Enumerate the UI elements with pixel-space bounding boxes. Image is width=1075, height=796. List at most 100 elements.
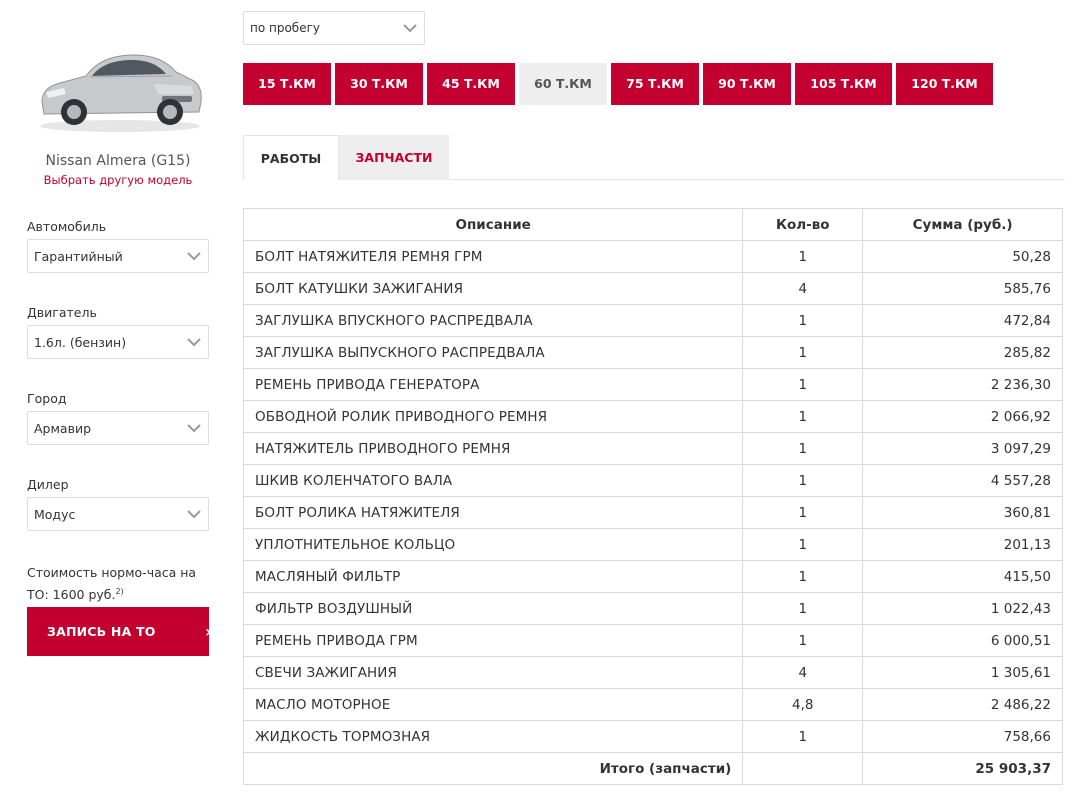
chevron-down-icon bbox=[187, 424, 201, 433]
part-sum: 50,28 bbox=[862, 240, 1063, 273]
interval-button-105[interactable]: 105 Т.КМ bbox=[795, 63, 892, 105]
change-model-link[interactable]: Выбрать другую модель bbox=[0, 173, 236, 187]
engine-select[interactable]: 1.6л. (бензин) bbox=[27, 325, 209, 359]
table-row: СВЕЧИ ЗАЖИГАНИЯ 4 1 305,61 bbox=[242, 656, 1063, 689]
part-sum: 3 097,29 bbox=[862, 432, 1063, 465]
table-row: ЗАГЛУШКА ВПУСКНОГО РАСПРЕДВАЛА 1 472,84 bbox=[242, 304, 1063, 337]
table-row: ЗАГЛУШКА ВЫПУСКНОГО РАСПРЕДВАЛА 1 285,82 bbox=[242, 336, 1063, 369]
table-row: БОЛТ НАТЯЖИТЕЛЯ РЕМНЯ ГРМ 1 50,28 bbox=[242, 240, 1063, 273]
chevron-right-icon: › bbox=[205, 622, 212, 641]
part-description: БОЛТ КАТУШКИ ЗАЖИГАНИЯ bbox=[242, 272, 744, 305]
part-quantity: 1 bbox=[742, 368, 864, 401]
part-sum: 1 022,43 bbox=[862, 592, 1063, 625]
total-quantity-cell bbox=[742, 752, 864, 785]
part-description: ШКИВ КОЛЕНЧАТОГО ВАЛА bbox=[242, 464, 744, 497]
part-sum: 4 557,28 bbox=[862, 464, 1063, 497]
header-description: Описание bbox=[242, 208, 744, 241]
engine-label: Двигатель bbox=[27, 305, 97, 320]
tab-works[interactable]: РАБОТЫ bbox=[243, 135, 339, 180]
part-sum: 1 305,61 bbox=[862, 656, 1063, 689]
part-quantity: 4 bbox=[742, 656, 864, 689]
interval-button-120[interactable]: 120 Т.КМ bbox=[896, 63, 993, 105]
table-row: ЖИДКОСТЬ ТОРМОЗНАЯ 1 758,66 bbox=[242, 720, 1063, 753]
interval-button-60[interactable]: 60 Т.КМ bbox=[519, 63, 607, 105]
table-row: РЕМЕНЬ ПРИВОДА ГРМ 1 6 000,51 bbox=[242, 624, 1063, 657]
tab-parts[interactable]: ЗАПЧАСТИ bbox=[339, 135, 449, 180]
dealer-label: Дилер bbox=[27, 477, 69, 492]
part-sum: 6 000,51 bbox=[862, 624, 1063, 657]
table-row: МАСЛЯНЫЙ ФИЛЬТР 1 415,50 bbox=[242, 560, 1063, 593]
total-row: Итого (запчасти) 25 903,37 bbox=[242, 752, 1063, 785]
header-quantity: Кол-во bbox=[742, 208, 864, 241]
car-type-select[interactable]: Гарантийный bbox=[27, 239, 209, 273]
car-type-value: Гарантийный bbox=[34, 249, 123, 264]
tabs: РАБОТЫ ЗАПЧАСТИ bbox=[243, 135, 1065, 180]
interval-button-75[interactable]: 75 Т.КМ bbox=[611, 63, 699, 105]
part-sum: 201,13 bbox=[862, 528, 1063, 561]
hourly-rate-text: Стоимость нормо-часа на ТО: 1600 руб.2) bbox=[27, 563, 217, 604]
total-value: 25 903,37 bbox=[862, 752, 1063, 785]
table-row: ОБВОДНОЙ РОЛИК ПРИВОДНОГО РЕМНЯ 1 2 066,92 bbox=[242, 400, 1063, 433]
part-sum: 415,50 bbox=[862, 560, 1063, 593]
part-quantity: 1 bbox=[742, 592, 864, 625]
part-sum: 2 066,92 bbox=[862, 400, 1063, 433]
city-select[interactable]: Армавир bbox=[27, 411, 209, 445]
part-sum: 360,81 bbox=[862, 496, 1063, 529]
part-quantity: 4 bbox=[742, 272, 864, 305]
book-service-button[interactable]: ЗАПИСЬ НА ТО › bbox=[27, 607, 212, 656]
part-description: БОЛТ НАТЯЖИТЕЛЯ РЕМНЯ ГРМ bbox=[242, 240, 744, 273]
part-sum: 472,84 bbox=[862, 304, 1063, 337]
part-sum: 285,82 bbox=[862, 336, 1063, 369]
interval-button-15[interactable]: 15 Т.КМ bbox=[243, 63, 331, 105]
part-description: МАСЛО МОТОРНОЕ bbox=[242, 688, 744, 721]
car-image bbox=[40, 54, 202, 132]
part-description: ЗАГЛУШКА ВПУСКНОГО РАСПРЕДВАЛА bbox=[242, 304, 744, 337]
parts-table: Описание Кол-во Сумма (руб.) БОЛТ НАТЯЖИ… bbox=[242, 208, 1063, 785]
total-label: Итого (запчасти) bbox=[242, 752, 744, 785]
part-quantity: 1 bbox=[742, 464, 864, 497]
table-row: БОЛТ КАТУШКИ ЗАЖИГАНИЯ 4 585,76 bbox=[242, 272, 1063, 305]
chevron-down-icon bbox=[187, 510, 201, 519]
chevron-right-glyph: › bbox=[205, 622, 212, 641]
dealer-value: Модус bbox=[34, 507, 76, 522]
part-quantity: 1 bbox=[742, 432, 864, 465]
part-quantity: 1 bbox=[742, 240, 864, 273]
chevron-down-icon bbox=[187, 252, 201, 261]
interval-button-90[interactable]: 90 Т.КМ bbox=[703, 63, 791, 105]
mileage-filter-select[interactable]: по пробегу bbox=[243, 11, 425, 45]
part-sum: 2 486,22 bbox=[862, 688, 1063, 721]
part-quantity: 1 bbox=[742, 400, 864, 433]
part-description: РЕМЕНЬ ПРИВОДА ГРМ bbox=[242, 624, 744, 657]
hourly-rate-value: Стоимость нормо-часа на ТО: 1600 руб. bbox=[27, 565, 197, 603]
table-row: УПЛОТНИТЕЛЬНОЕ КОЛЬЦО 1 201,13 bbox=[242, 528, 1063, 561]
city-value: Армавир bbox=[34, 421, 92, 436]
engine-value: 1.6л. (бензин) bbox=[34, 335, 127, 350]
part-quantity: 1 bbox=[742, 336, 864, 369]
part-description: ЖИДКОСТЬ ТОРМОЗНАЯ bbox=[242, 720, 744, 753]
chevron-down-icon bbox=[187, 338, 201, 347]
part-quantity: 1 bbox=[742, 528, 864, 561]
part-description: ОБВОДНОЙ РОЛИК ПРИВОДНОГО РЕМНЯ bbox=[242, 400, 744, 433]
sidebar: Nissan Almera (G15) Выбрать другую модел… bbox=[0, 0, 225, 796]
part-description: УПЛОТНИТЕЛЬНОЕ КОЛЬЦО bbox=[242, 528, 744, 561]
part-sum: 2 236,30 bbox=[862, 368, 1063, 401]
table-row: РЕМЕНЬ ПРИВОДА ГЕНЕРАТОРА 1 2 236,30 bbox=[242, 368, 1063, 401]
table-row: ФИЛЬТР ВОЗДУШНЫЙ 1 1 022,43 bbox=[242, 592, 1063, 625]
part-description: СВЕЧИ ЗАЖИГАНИЯ bbox=[242, 656, 744, 689]
footnote-mark: 2) bbox=[115, 587, 124, 596]
part-sum: 585,76 bbox=[862, 272, 1063, 305]
part-description: МАСЛЯНЫЙ ФИЛЬТР bbox=[242, 560, 744, 593]
table-row: БОЛТ РОЛИКА НАТЯЖИТЕЛЯ 1 360,81 bbox=[242, 496, 1063, 529]
table-row: МАСЛО МОТОРНОЕ 4,8 2 486,22 bbox=[242, 688, 1063, 721]
header-sum: Сумма (руб.) bbox=[862, 208, 1063, 241]
table-header-row: Описание Кол-во Сумма (руб.) bbox=[242, 208, 1063, 241]
city-label: Город bbox=[27, 391, 67, 406]
chevron-down-icon bbox=[403, 24, 417, 33]
part-description: ФИЛЬТР ВОЗДУШНЫЙ bbox=[242, 592, 744, 625]
dealer-select[interactable]: Модус bbox=[27, 497, 209, 531]
part-description: РЕМЕНЬ ПРИВОДА ГЕНЕРАТОРА bbox=[242, 368, 744, 401]
interval-button-30[interactable]: 30 Т.КМ bbox=[335, 63, 423, 105]
part-sum: 758,66 bbox=[862, 720, 1063, 753]
part-quantity: 4,8 bbox=[742, 688, 864, 721]
interval-button-45[interactable]: 45 Т.КМ bbox=[427, 63, 515, 105]
